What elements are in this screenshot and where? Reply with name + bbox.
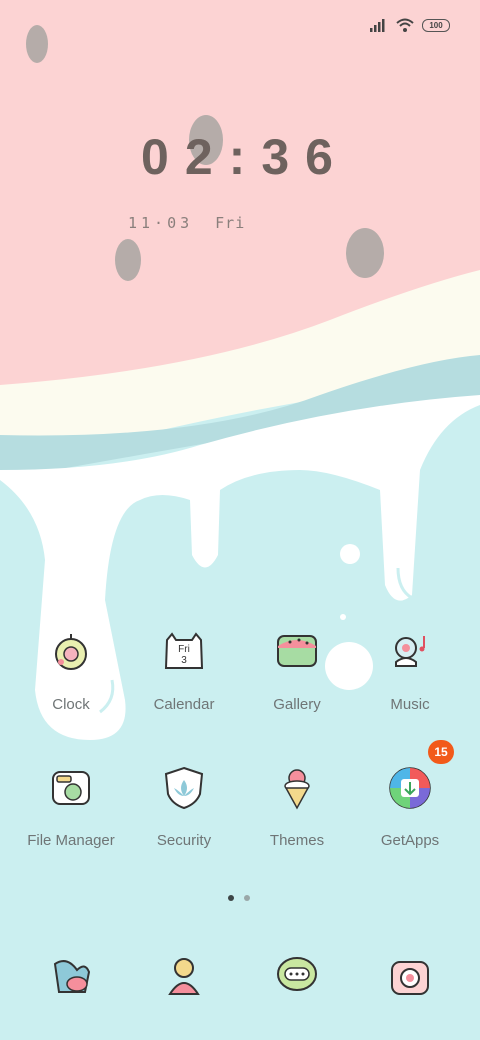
app-gallery[interactable]: Gallery — [241, 628, 353, 713]
messages-icon — [277, 957, 317, 991]
getapps-icon: 15 — [386, 740, 454, 812]
app-security[interactable]: Security — [128, 764, 240, 849]
app-label: Gallery — [273, 696, 321, 713]
dock-contacts[interactable] — [160, 952, 208, 1000]
signal-icon — [370, 19, 385, 32]
page-indicator[interactable] — [228, 895, 250, 901]
app-clock[interactable]: Clock — [15, 628, 127, 713]
clock-icon — [47, 628, 95, 676]
calendar-icon-date: 3 — [181, 655, 187, 666]
app-getapps[interactable]: 15 GetApps — [354, 740, 466, 849]
music-icon — [386, 628, 434, 676]
page-dot-2[interactable] — [244, 895, 250, 901]
app-themes[interactable]: Themes — [241, 764, 353, 849]
dock-messages[interactable] — [273, 952, 321, 1000]
battery-indicator: 100 — [422, 18, 450, 32]
app-label: Security — [156, 832, 212, 849]
phone-icon — [53, 960, 91, 993]
app-file-manager[interactable]: File Manager — [15, 764, 127, 849]
themes-icon — [273, 764, 321, 812]
date-text: 11·03 — [128, 214, 194, 232]
clock-widget-date[interactable]: 11·03 Fri — [128, 214, 245, 232]
calendar-icon-day: Fri — [178, 644, 190, 655]
security-icon — [160, 764, 208, 812]
status-bar: 100 — [370, 18, 450, 32]
day-text: Fri — [215, 214, 246, 232]
page-dot-1[interactable] — [228, 895, 234, 901]
app-music[interactable]: Music — [354, 628, 466, 713]
app-calendar[interactable]: Fri 3 Calendar — [128, 628, 240, 713]
notification-badge: 15 — [428, 740, 454, 764]
app-label: Themes — [269, 832, 325, 849]
app-label: File Manager — [27, 832, 115, 849]
camera-icon — [391, 961, 429, 995]
clock-widget-time[interactable]: 02:36 — [0, 128, 480, 186]
app-label: GetApps — [380, 832, 440, 849]
dock-phone[interactable] — [47, 952, 95, 1000]
dock-camera[interactable] — [386, 952, 434, 1000]
app-label: Calendar — [153, 696, 215, 713]
app-label: Clock — [52, 696, 90, 713]
calendar-icon: Fri 3 — [160, 628, 208, 676]
file-manager-icon — [47, 764, 95, 812]
app-label: Music — [390, 696, 430, 713]
wifi-icon — [396, 18, 414, 32]
gallery-icon — [273, 628, 321, 676]
contacts-icon — [168, 958, 200, 995]
